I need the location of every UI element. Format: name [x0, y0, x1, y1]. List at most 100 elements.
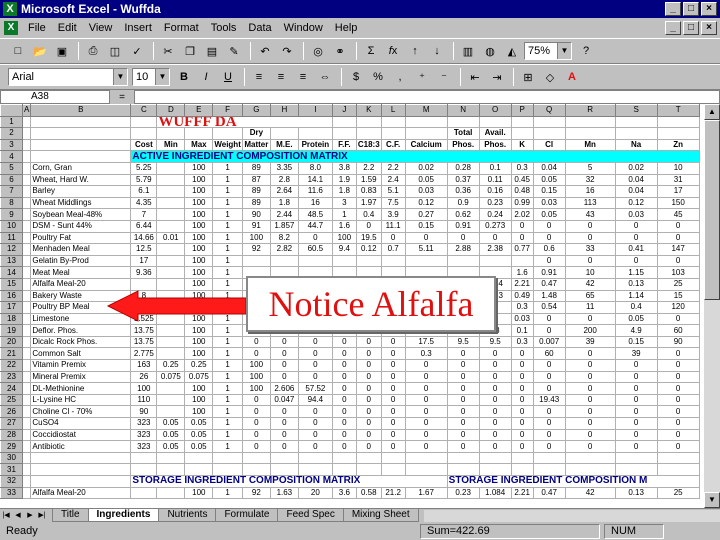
column-header[interactable]: E — [184, 104, 214, 117]
column-header[interactable]: S — [614, 104, 658, 117]
cell[interactable]: 0 — [564, 417, 616, 430]
cell[interactable] — [510, 115, 534, 129]
column-header[interactable]: C — [130, 104, 158, 117]
column-label[interactable] — [656, 127, 700, 140]
cell[interactable]: 0 — [656, 231, 700, 245]
cell[interactable] — [156, 266, 186, 279]
cell[interactable]: 0 — [656, 393, 700, 407]
cell[interactable]: 0.16 — [478, 185, 512, 198]
cell[interactable]: 0 — [656, 382, 700, 395]
cell[interactable]: 1.6 — [510, 266, 534, 279]
help-icon[interactable]: ? — [576, 41, 596, 61]
cell[interactable]: 1 — [212, 219, 243, 233]
row-header[interactable]: 2 — [0, 127, 23, 140]
cell[interactable] — [21, 161, 32, 175]
cell[interactable]: 0.91 — [446, 219, 480, 233]
column-label[interactable] — [130, 127, 158, 140]
chevron-down-icon[interactable]: ▼ — [557, 43, 571, 59]
cell[interactable]: 0.27 — [404, 208, 448, 221]
cell[interactable]: 1 — [212, 347, 243, 361]
save-icon[interactable]: ▣ — [52, 41, 72, 61]
cell[interactable] — [130, 463, 158, 476]
column-label[interactable]: Zn — [656, 138, 700, 152]
cell[interactable] — [269, 451, 299, 465]
cell[interactable]: 0 — [656, 347, 700, 361]
spelling-icon[interactable]: ✓ — [127, 41, 147, 61]
cell[interactable]: 0 — [404, 393, 448, 407]
cell[interactable]: 100 — [241, 359, 271, 372]
column-label[interactable]: Phos. — [478, 138, 512, 152]
currency-icon[interactable]: $ — [346, 67, 366, 87]
cell[interactable] — [156, 254, 186, 268]
cell[interactable] — [21, 451, 32, 465]
cell[interactable]: 0 — [404, 231, 448, 245]
cut-icon[interactable]: ✂ — [158, 41, 178, 61]
cell[interactable]: 90 — [130, 405, 158, 419]
chevron-down-icon[interactable]: ▼ — [113, 69, 127, 85]
cell[interactable] — [21, 173, 32, 187]
cell[interactable]: 0.77 — [510, 243, 534, 256]
cell[interactable]: 0 — [564, 359, 616, 372]
column-label[interactable]: Cost — [130, 138, 158, 152]
cell[interactable] — [156, 463, 186, 476]
cell[interactable]: 0 — [446, 440, 480, 453]
column-label[interactable] — [156, 127, 186, 140]
cell[interactable]: 1 — [212, 324, 243, 337]
cell[interactable]: 1.8 — [331, 185, 357, 198]
cell[interactable]: 1 — [212, 370, 243, 384]
cell[interactable]: 0.05 — [532, 208, 566, 221]
cell[interactable]: 0 — [532, 405, 566, 419]
cell[interactable]: 44.7 — [297, 219, 333, 233]
cell[interactable]: 1.857 — [269, 219, 299, 233]
cell[interactable] — [355, 451, 382, 465]
cell[interactable]: 2.21 — [510, 277, 534, 291]
row-header[interactable]: 3 — [0, 138, 23, 152]
cell[interactable]: 0 — [380, 231, 406, 245]
cell[interactable]: 48.5 — [297, 208, 333, 221]
cell[interactable]: 0.3 — [510, 301, 534, 314]
cell[interactable] — [21, 382, 32, 395]
cell[interactable]: 2.88 — [446, 243, 480, 256]
cell[interactable] — [297, 254, 333, 268]
cell[interactable] — [614, 451, 658, 465]
ingredient-name[interactable]: Dicalc Rock Phos. — [30, 335, 132, 349]
cell[interactable]: 5.1 — [380, 185, 406, 198]
cell[interactable]: 0 — [532, 219, 566, 233]
ingredient-name[interactable]: Meat Meal — [30, 266, 132, 279]
cell[interactable]: 0 — [446, 347, 480, 361]
column-label[interactable]: Cl — [532, 138, 566, 152]
close-button[interactable]: × — [701, 2, 717, 16]
column-header[interactable]: O — [478, 104, 512, 117]
row-header[interactable]: 9 — [0, 208, 23, 221]
cell[interactable]: 100 — [184, 266, 214, 279]
cell[interactable]: 100 — [184, 405, 214, 419]
cell[interactable]: 0 — [355, 370, 382, 384]
cell[interactable] — [156, 324, 186, 337]
cell[interactable]: 1 — [212, 196, 243, 210]
cell[interactable]: 0 — [564, 370, 616, 384]
cell[interactable]: 60.5 — [297, 243, 333, 256]
cell[interactable]: 0.54 — [532, 301, 566, 314]
cell[interactable]: 100 — [184, 486, 214, 500]
cell[interactable]: 0 — [355, 405, 382, 419]
cell[interactable]: 1.63 — [269, 486, 299, 500]
cell[interactable]: 150 — [656, 196, 700, 210]
cell[interactable]: 0 — [297, 370, 333, 384]
cell[interactable] — [355, 463, 382, 476]
cell[interactable]: 60 — [532, 347, 566, 361]
sheet-tab-nutrients[interactable]: Nutrients — [158, 509, 217, 522]
zoom-select[interactable]: 75% ▼ — [524, 42, 572, 60]
cell[interactable]: 21.2 — [380, 486, 406, 500]
cell[interactable]: 17 — [656, 185, 700, 198]
column-label[interactable]: M.E. — [269, 138, 299, 152]
cell[interactable]: 100 — [184, 347, 214, 361]
row-header[interactable]: 27 — [0, 417, 23, 430]
sort-ascending-icon[interactable]: ↑ — [405, 41, 425, 61]
cell[interactable]: 0 — [355, 219, 382, 233]
column-header[interactable]: K — [355, 104, 382, 117]
ingredient-name[interactable]: Mineral Premix — [30, 370, 132, 384]
font-size-select[interactable]: 10 ▼ — [132, 68, 170, 86]
cell[interactable]: 0 — [510, 393, 534, 407]
cell[interactable] — [156, 196, 186, 210]
cell[interactable]: 0.25 — [156, 359, 186, 372]
